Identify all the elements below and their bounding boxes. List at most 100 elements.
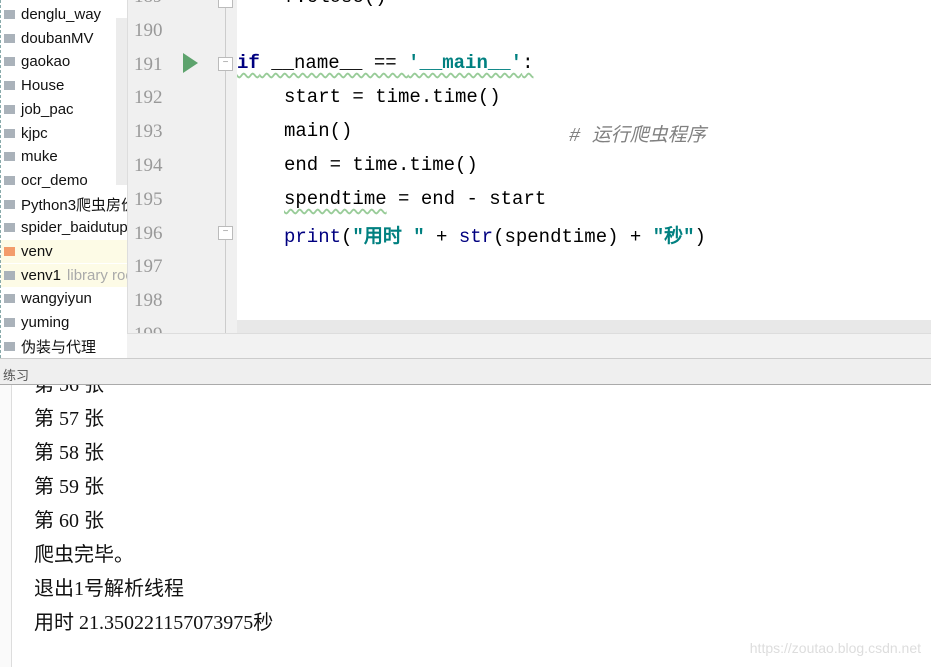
console-gutter: [0, 385, 12, 667]
sidebar-item-label: House: [21, 77, 65, 95]
folder-icon: [4, 175, 15, 185]
sidebar-item-denglu-way[interactable]: denglu_way: [1, 3, 127, 26]
sidebar-item-label: doubanMV: [21, 29, 94, 47]
console-line: 第 56 张: [34, 385, 104, 396]
folder-icon: [4, 57, 15, 67]
sidebar-item-label: denglu_way: [21, 6, 102, 23]
code-line-194: end = time.time(): [284, 154, 478, 176]
fold-collapse-icon[interactable]: −: [218, 57, 233, 71]
line-number: 190: [134, 19, 163, 41]
code-line-193: main() # 运行爬虫程序: [284, 120, 706, 147]
sidebar-item-doubanmv[interactable]: doubanMV: [1, 27, 127, 50]
code-text: __name__ ==: [259, 52, 409, 74]
sidebar-item-gaokao[interactable]: gaokao: [1, 50, 127, 73]
folder-icon: [4, 33, 15, 43]
sidebar-item-label: job_pac: [21, 100, 74, 118]
folder-icon: [4, 341, 15, 351]
folder-icon: [4, 81, 15, 91]
line-number: 194: [134, 155, 163, 176]
folder-icon: [4, 223, 15, 233]
sidebar-item-label: muke: [21, 148, 58, 166]
line-number: 191: [134, 53, 163, 75]
folder-icon: [4, 247, 15, 256]
sidebar-item-label: wangyiyun: [21, 290, 92, 308]
sidebar-item--[interactable]: 伪装与代理: [1, 335, 127, 358]
folder-icon: [4, 318, 15, 328]
code-line-192: start = time.time(): [284, 86, 501, 108]
sidebar-item-muke[interactable]: muke: [1, 145, 127, 168]
folder-icon: [4, 270, 15, 280]
console-line: 第 60 张: [34, 510, 104, 532]
sidebar-item-label: kjpc: [21, 124, 48, 142]
sidebar-item-yuming[interactable]: yuming: [1, 311, 127, 334]
sidebar-item-python3-[interactable]: Python3爬虫房价: [1, 193, 127, 216]
fold-end-icon[interactable]: [218, 0, 233, 8]
run-icon[interactable]: [183, 53, 198, 73]
line-number: 189: [134, 0, 163, 8]
console-line: 退出1号解析线程: [34, 578, 184, 600]
folder-icon: [4, 294, 15, 304]
code-line-191: if __name__ == '__main__':: [237, 52, 533, 74]
horizontal-scrollbar[interactable]: [237, 320, 931, 333]
console-line: 第 57 张: [34, 408, 104, 430]
code-text: (: [341, 226, 353, 248]
sidebar-item-venv[interactable]: venv: [1, 240, 127, 263]
folder-icon: [4, 152, 15, 162]
variable: spendtime: [284, 188, 387, 210]
sidebar-item-label: venv1: [21, 266, 62, 284]
builtin: print: [284, 226, 342, 248]
code-text: (spendtime) +: [493, 226, 653, 248]
sidebar-item-label: spider_baidutup: [21, 219, 127, 237]
sidebar-item-label: yuming: [21, 314, 70, 332]
sidebar-item-label: gaokao: [21, 53, 71, 71]
console-line: 第 58 张: [34, 442, 104, 464]
code-line-196: print("用时 " + str(spendtime) + "秒"): [284, 221, 706, 248]
string: '__main__': [408, 52, 523, 74]
sidebar-item-house[interactable]: House: [1, 74, 127, 97]
sidebar-item-label: Python3爬虫房价: [21, 196, 127, 214]
keyword: if: [237, 52, 260, 74]
code-text: = end - start: [386, 188, 547, 210]
sidebar-item-spider-baidutup[interactable]: spider_baidutup: [1, 216, 127, 239]
code-text: :: [522, 52, 534, 74]
line-number: 197: [134, 256, 163, 278]
string: "用时 ": [352, 226, 425, 248]
line-number: 193: [134, 121, 163, 143]
console-line: 用时 21.350221157073975秒: [34, 612, 274, 634]
fold-end-icon[interactable]: −: [218, 226, 233, 240]
console-line: 爬虫完毕。: [34, 544, 134, 566]
code-editor[interactable]: f.close() if __name__ == '__main__': sta…: [237, 0, 931, 320]
console-line: 第 59 张: [34, 476, 104, 498]
sidebar-item-label: ocr_demo: [21, 171, 88, 189]
folder-icon: [4, 10, 15, 19]
fold-guide: [225, 0, 226, 333]
sidebar-item-ocr-demo[interactable]: ocr_demo: [1, 169, 127, 192]
line-number: 195: [134, 188, 163, 210]
library-root-label: library root: [67, 266, 127, 284]
folder-icon: [4, 128, 15, 138]
project-tree: 伪装与代理yumingwangyiyunvenv1library rootven…: [0, 0, 127, 358]
run-tool-window-header: 练习: [0, 358, 931, 385]
comment: # 运行爬虫程序: [569, 125, 706, 147]
code-text: ): [694, 226, 706, 248]
editor-bottom-bar: [127, 333, 931, 358]
line-number: 192: [134, 87, 163, 109]
code-line-189: f.close(): [284, 0, 387, 8]
tool-window-title[interactable]: 练习: [3, 368, 29, 383]
code-text: +: [424, 226, 459, 248]
sidebar-item-label: venv: [21, 243, 53, 260]
console-output[interactable]: 第 56 张第 57 张第 58 张第 59 张第 60 张爬虫完毕。退出1号解…: [0, 385, 931, 667]
builtin: str: [458, 226, 494, 248]
sidebar-item-kjpc[interactable]: kjpc: [1, 122, 127, 145]
code-text: main(): [284, 120, 353, 142]
line-number: 198: [134, 290, 163, 312]
sidebar-item-job-pac[interactable]: job_pac: [1, 98, 127, 121]
sidebar-scrollbar[interactable]: [116, 18, 127, 185]
sidebar-item-wangyiyun[interactable]: wangyiyun: [1, 287, 127, 310]
folder-icon: [4, 104, 15, 114]
line-number: 196: [134, 222, 163, 244]
code-line-195: spendtime = end - start: [284, 188, 546, 210]
sidebar-item-label: 伪装与代理: [21, 338, 97, 356]
sidebar-item-venv1[interactable]: venv1 library root: [1, 263, 127, 287]
folder-icon: [4, 199, 15, 209]
